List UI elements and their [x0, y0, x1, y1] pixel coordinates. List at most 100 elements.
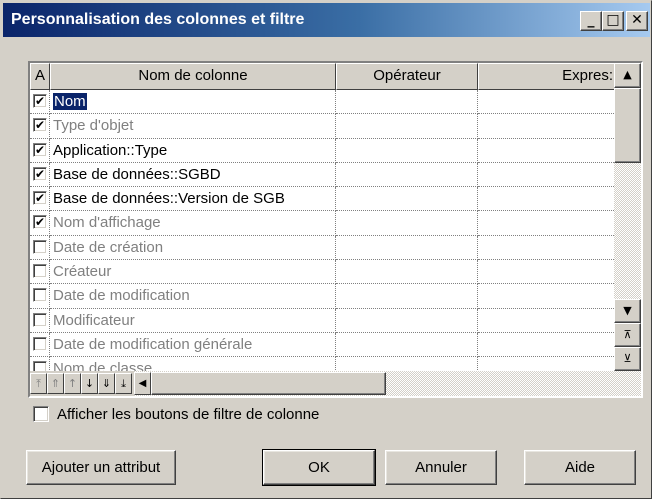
column-visible-checkbox[interactable]: [33, 288, 47, 303]
move-first-icon[interactable]: ⤒: [30, 373, 47, 394]
operator-cell[interactable]: [336, 90, 478, 115]
filter-buttons-checkbox[interactable]: [33, 406, 49, 422]
column-visible-checkbox[interactable]: ✔: [33, 94, 47, 108]
table-row[interactable]: ✔ Application::Type: [30, 138, 614, 163]
grid-rows: ✔ Nom ✔ Type d'objet ✔ Application::Type ✔ Base…: [30, 90, 614, 371]
column-visible-checkbox[interactable]: [33, 264, 47, 279]
column-visible-checkbox[interactable]: [33, 312, 47, 327]
move-up-icon[interactable]: ↑: [64, 373, 81, 394]
table-row[interactable]: Modificateur: [30, 308, 614, 333]
column-name-cell[interactable]: Base de données::SGBD: [50, 162, 336, 188]
column-visible-checkbox[interactable]: [33, 361, 47, 371]
operator-cell[interactable]: [336, 332, 478, 358]
scroll-page-down-button[interactable]: ⊻: [614, 347, 641, 371]
row-check-cell: [30, 235, 50, 261]
operator-cell[interactable]: [336, 114, 478, 139]
column-visible-checkbox[interactable]: ✔: [33, 191, 47, 206]
expression-cell[interactable]: [478, 139, 614, 163]
help-button[interactable]: Aide: [524, 450, 636, 485]
expression-cell[interactable]: [478, 357, 614, 371]
scroll-down-button[interactable]: ▼: [614, 299, 641, 323]
column-name-cell[interactable]: Date de modification générale: [50, 332, 336, 358]
table-row[interactable]: ✔ Base de données::Version de SGB: [30, 187, 614, 212]
table-row[interactable]: ✔ Base de données::SGBD: [30, 162, 614, 188]
column-visible-checkbox[interactable]: [33, 239, 47, 254]
move-up-page-icon[interactable]: ⇑: [47, 373, 64, 394]
expression-cell[interactable]: [478, 187, 614, 212]
column-visible-checkbox[interactable]: ✔: [33, 166, 47, 181]
column-name-cell[interactable]: Nom: [50, 90, 336, 115]
column-name-cell[interactable]: Créateur: [50, 260, 336, 285]
operator-cell[interactable]: [336, 357, 478, 371]
expression-cell[interactable]: [478, 284, 614, 309]
header-a[interactable]: A: [30, 63, 50, 90]
operator-cell[interactable]: [336, 308, 478, 333]
maximize-button[interactable]: □: [602, 11, 624, 31]
column-name-cell[interactable]: Base de données::Version de SGB: [50, 187, 336, 212]
operator-cell[interactable]: [336, 284, 478, 309]
table-row[interactable]: Date de création: [30, 235, 614, 261]
table-row[interactable]: Nom de classe: [30, 357, 614, 371]
column-name-cell[interactable]: Type d'objet: [50, 114, 336, 139]
column-name-text: Type d'objet: [53, 117, 134, 135]
expression-cell[interactable]: [478, 114, 614, 139]
move-down-page-icon[interactable]: ⇓: [98, 373, 115, 394]
column-visible-checkbox[interactable]: ✔: [33, 215, 47, 230]
window-title: Personnalisation des colonnes et filtre: [11, 11, 305, 28]
column-name-cell[interactable]: Nom d'affichage: [50, 211, 336, 236]
title-bar[interactable]: Personnalisation des colonnes et filtre …: [3, 3, 650, 37]
header-column-name[interactable]: Nom de colonne: [50, 63, 336, 90]
column-name-cell[interactable]: Application::Type: [50, 138, 336, 163]
table-row[interactable]: ✔ Nom d'affichage: [30, 211, 614, 236]
column-name-cell[interactable]: Nom de classe: [50, 357, 336, 371]
column-name-cell[interactable]: Modificateur: [50, 308, 336, 333]
add-attribute-button[interactable]: Ajouter un attribut: [26, 450, 176, 485]
filter-buttons-option[interactable]: Afficher les boutons de filtre de colonn…: [33, 404, 319, 424]
expression-cell[interactable]: [478, 309, 614, 333]
header-operator[interactable]: Opérateur: [336, 63, 478, 90]
column-visible-checkbox[interactable]: [33, 336, 47, 351]
expression-cell[interactable]: [478, 163, 614, 188]
ok-button[interactable]: OK: [262, 449, 376, 486]
row-check-cell: [30, 284, 50, 309]
table-row[interactable]: Créateur: [30, 260, 614, 285]
vertical-scrollbar[interactable]: ▲ ▼ ⊼ ⊻: [614, 63, 641, 371]
close-button[interactable]: ✕: [626, 11, 648, 31]
scroll-left-button[interactable]: ◀: [134, 372, 151, 395]
row-check-cell: ✔: [30, 162, 50, 188]
expression-cell[interactable]: [478, 333, 614, 358]
vertical-scroll-thumb[interactable]: [614, 88, 641, 163]
column-visible-checkbox[interactable]: ✔: [33, 118, 47, 133]
header-expression[interactable]: Expres:: [478, 63, 614, 90]
operator-cell[interactable]: [336, 235, 478, 261]
operator-cell[interactable]: [336, 138, 478, 163]
expression-cell[interactable]: [478, 260, 614, 285]
horizontal-scroll-thumb[interactable]: [151, 372, 386, 395]
scroll-page-up-button[interactable]: ⊼: [614, 323, 641, 347]
table-row[interactable]: Date de modification générale: [30, 332, 614, 358]
horizontal-scrollbar[interactable]: ◀ ▶: [134, 371, 641, 396]
column-visible-checkbox[interactable]: ✔: [33, 142, 47, 157]
move-last-icon[interactable]: ⤓: [115, 373, 132, 394]
grid-viewport: A Nom de colonne Opérateur Expres: ✔ Nom ✔…: [30, 63, 614, 371]
column-name-cell[interactable]: Date de modification: [50, 284, 336, 309]
scroll-up-button[interactable]: ▲: [614, 63, 641, 88]
expression-cell[interactable]: [478, 236, 614, 261]
operator-cell[interactable]: [336, 187, 478, 212]
table-row[interactable]: ✔ Type d'objet: [30, 114, 614, 139]
move-down-icon[interactable]: ↓: [81, 373, 98, 394]
operator-cell[interactable]: [336, 162, 478, 188]
minimize-button[interactable]: _: [580, 11, 602, 31]
expression-cell[interactable]: [478, 211, 614, 236]
cancel-button[interactable]: Annuler: [385, 450, 497, 485]
table-row[interactable]: Date de modification: [30, 284, 614, 309]
columns-grid: A Nom de colonne Opérateur Expres: ✔ Nom ✔…: [28, 61, 643, 398]
expression-cell[interactable]: [478, 90, 614, 115]
operator-cell[interactable]: [336, 260, 478, 285]
row-check-cell: [30, 332, 50, 358]
row-check-cell: [30, 357, 50, 371]
operator-cell[interactable]: [336, 211, 478, 236]
table-row[interactable]: ✔ Nom: [30, 90, 614, 115]
column-name-cell[interactable]: Date de création: [50, 235, 336, 261]
column-name-text: Date de modification générale: [53, 335, 253, 353]
